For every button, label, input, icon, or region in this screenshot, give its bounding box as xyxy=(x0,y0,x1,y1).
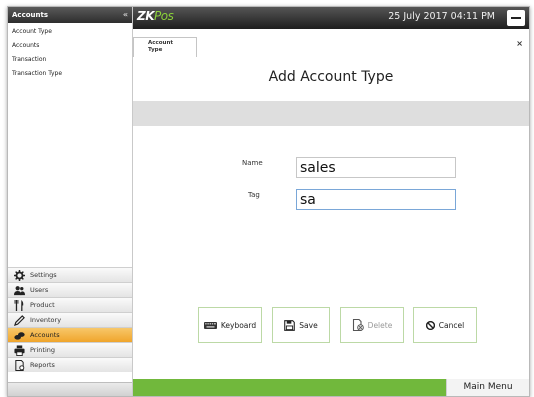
tag-field[interactable]: sa xyxy=(296,189,456,210)
top-bar: ZKPos 25 July 2017 04:11 PM xyxy=(133,7,529,29)
keyboard-label: Keyboard xyxy=(220,320,257,330)
page-title: Add Account Type xyxy=(268,69,394,85)
nav-settings[interactable]: Settings xyxy=(8,267,132,282)
tab-account-type[interactable]: Account Type xyxy=(133,37,197,57)
nav-accounts[interactable]: Accounts xyxy=(8,327,132,342)
datetime-display: 25 July 2017 04:11 PM xyxy=(388,11,495,22)
sidebar-item-accounts[interactable]: Accounts xyxy=(8,39,132,53)
nav-label: Printing xyxy=(30,346,56,354)
nav-label: Users xyxy=(30,286,49,294)
nav-product[interactable]: Product xyxy=(8,297,132,312)
sidebar-footer xyxy=(8,382,132,396)
nav-label: Inventory xyxy=(30,316,62,324)
fork-knife-icon xyxy=(14,300,25,311)
report-icon xyxy=(14,360,25,371)
sidebar-title: Accounts xyxy=(12,11,49,19)
nav-reports[interactable]: Reports xyxy=(8,357,132,372)
name-field[interactable]: sales xyxy=(296,157,456,178)
tab-label-line1: Account xyxy=(148,40,174,46)
collapse-icon[interactable]: « xyxy=(123,7,128,23)
sidebar-header: Accounts « xyxy=(8,7,132,23)
keyboard-button[interactable]: Keyboard xyxy=(198,307,262,343)
minimize-button[interactable] xyxy=(507,10,525,26)
nav-label: Reports xyxy=(30,361,55,369)
nav-printing[interactable]: Printing xyxy=(8,342,132,357)
printer-icon xyxy=(14,345,25,356)
sidebar-menu: Account Type Accounts Transaction Transa… xyxy=(8,25,132,81)
tag-label: Tag xyxy=(248,191,260,199)
name-label: Name xyxy=(242,159,263,167)
delete-button[interactable]: Delete xyxy=(340,307,404,343)
nav-label: Accounts xyxy=(30,331,60,339)
main-menu-button[interactable]: Main Menu xyxy=(446,379,529,396)
nav-users[interactable]: Users xyxy=(8,282,132,297)
app-window: Accounts « Account Type Accounts Transac… xyxy=(7,6,530,397)
module-nav: Settings Users Product Inventory Account… xyxy=(8,267,132,372)
coins-icon xyxy=(14,330,25,341)
keyboard-icon xyxy=(203,321,217,329)
sidebar: Accounts « Account Type Accounts Transac… xyxy=(8,7,133,396)
cancel-button[interactable]: Cancel xyxy=(413,307,477,343)
cancel-label: Cancel xyxy=(438,320,465,330)
users-icon xyxy=(14,285,25,296)
sidebar-item-account-type[interactable]: Account Type xyxy=(8,25,132,39)
nav-label: Product xyxy=(30,301,55,309)
save-label: Save xyxy=(299,320,318,330)
delete-icon xyxy=(352,319,364,331)
sidebar-item-transaction[interactable]: Transaction xyxy=(8,53,132,67)
save-button[interactable]: Save xyxy=(272,307,330,343)
gear-icon xyxy=(14,270,25,281)
pencil-icon xyxy=(14,315,25,326)
zkpos-logo: ZKPos xyxy=(137,9,174,23)
cancel-icon xyxy=(425,320,435,330)
minimize-icon xyxy=(511,17,521,19)
sidebar-item-transaction-type[interactable]: Transaction Type xyxy=(8,67,132,81)
main-panel: Account Type × Add Account Type Name sal… xyxy=(133,29,529,396)
close-tab-icon[interactable]: × xyxy=(516,39,523,48)
delete-label: Delete xyxy=(367,320,393,330)
nav-inventory[interactable]: Inventory xyxy=(8,312,132,327)
header-band xyxy=(133,101,529,126)
save-icon xyxy=(284,319,296,331)
tab-label-line2: Type xyxy=(148,47,163,53)
nav-label: Settings xyxy=(30,271,57,279)
